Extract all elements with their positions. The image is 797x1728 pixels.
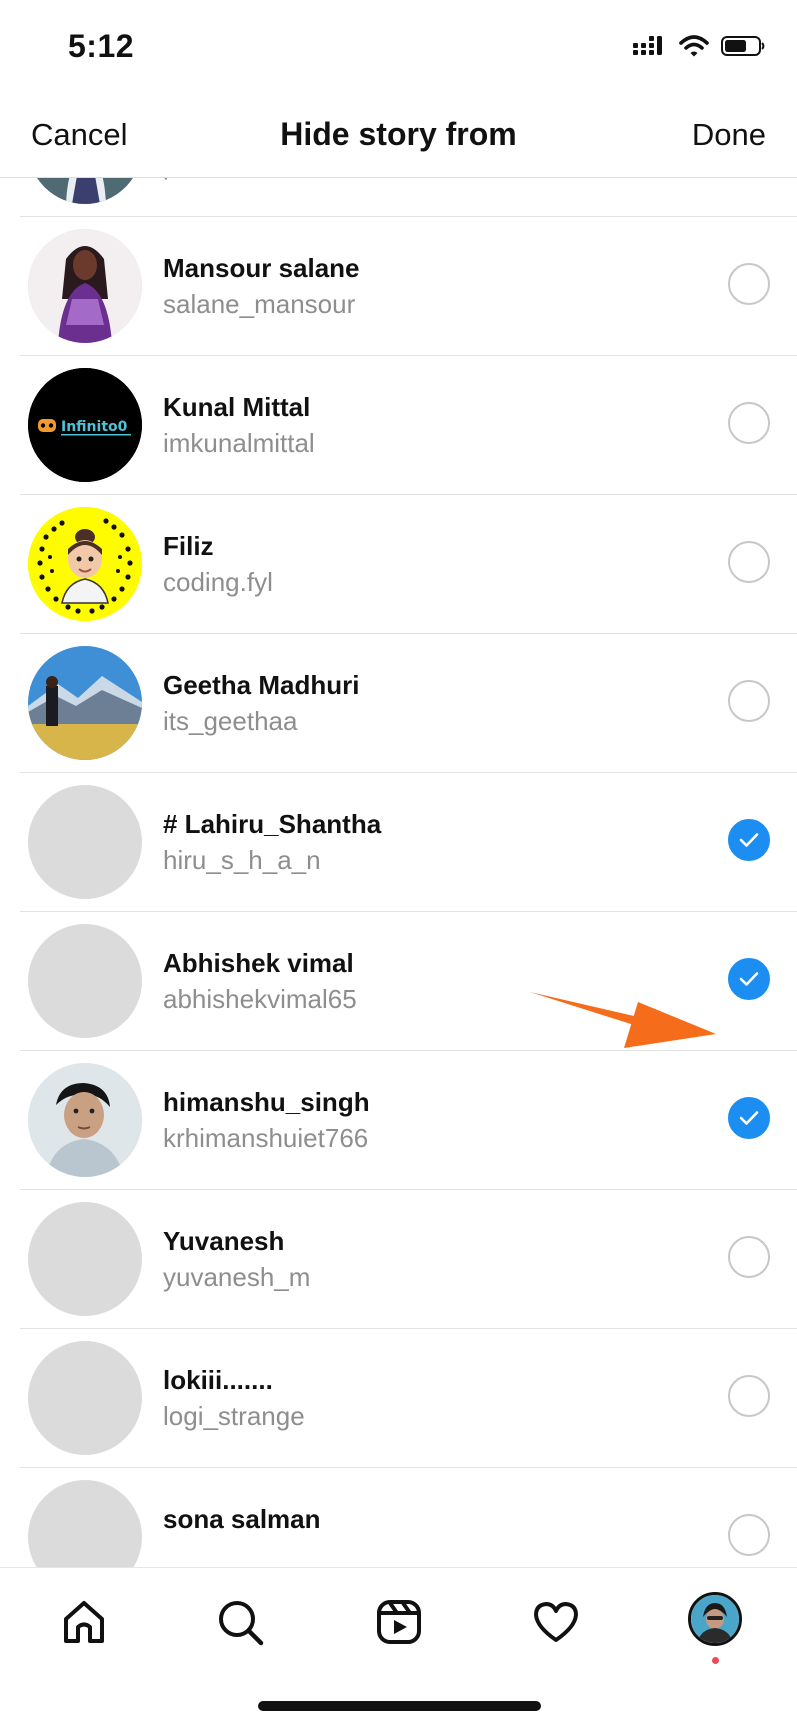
avatar xyxy=(28,229,142,343)
user-handle: yuvanesh_m xyxy=(163,1262,311,1292)
user-handle: salane_mansour xyxy=(163,289,356,319)
nav-bar: Cancel Hide story from Done xyxy=(0,95,797,178)
done-button[interactable]: Done xyxy=(692,117,766,153)
avatar xyxy=(28,1202,142,1316)
list-item[interactable]: # Lahiru_Shantha hiru_s_h_a_n xyxy=(0,773,797,912)
list-item[interactable]: himanshu_singh krhimanshuiet766 xyxy=(0,1051,797,1190)
reels-icon xyxy=(377,1600,421,1644)
signal-icon xyxy=(633,34,667,63)
notification-dot xyxy=(712,1657,719,1664)
avatar xyxy=(28,177,142,204)
user-display-name: lokiii....... xyxy=(163,1365,273,1395)
list-item[interactable]: lokiii....... logi_strange xyxy=(0,1329,797,1468)
reels-tab[interactable] xyxy=(369,1592,429,1652)
user-handle: its_geethaa xyxy=(163,706,298,736)
user-handle: abhishekvimal65 xyxy=(163,984,357,1014)
user-display-name: sona salman xyxy=(163,1504,321,1534)
list-item[interactable]: sona salman xyxy=(0,1468,797,1567)
activity-tab[interactable] xyxy=(526,1592,586,1652)
list-item[interactable]: Filiz coding.fyl xyxy=(0,495,797,634)
select-circle[interactable] xyxy=(728,1514,770,1556)
user-display-name: # Lahiru_Shantha xyxy=(163,809,382,839)
user-display-name: Filiz xyxy=(163,531,214,561)
status-icons xyxy=(633,34,767,63)
search-icon xyxy=(219,1601,264,1646)
checkmark-icon xyxy=(739,972,759,986)
user-display-name: Kunal Mittal xyxy=(163,392,311,422)
select-circle[interactable] xyxy=(728,402,770,444)
profile-avatar[interactable] xyxy=(688,1592,742,1646)
status-bar: 5:12 xyxy=(0,0,797,95)
home-icon xyxy=(64,1601,104,1643)
home-indicator xyxy=(258,1701,541,1711)
avatar xyxy=(28,1063,142,1177)
page-title: Hide story from xyxy=(280,116,517,152)
avatar xyxy=(28,1341,142,1455)
user-display-name: Yuvanesh xyxy=(163,1226,285,1256)
wifi-icon xyxy=(679,34,709,63)
select-circle[interactable] xyxy=(728,1375,770,1417)
checkmark-icon xyxy=(739,1111,759,1125)
user-handle: coding.fyl xyxy=(163,567,273,597)
select-circle-checked[interactable] xyxy=(728,819,770,861)
select-circle[interactable] xyxy=(728,541,770,583)
list-item[interactable]: Yuvanesh yuvanesh_m xyxy=(0,1190,797,1329)
select-circle[interactable] xyxy=(728,1236,770,1278)
battery-icon xyxy=(721,34,767,63)
avatar: Infinito0 xyxy=(28,368,142,482)
heart-icon xyxy=(534,1602,578,1642)
status-time: 5:12 xyxy=(68,28,135,64)
follower-list[interactable]: peteti3690 Mansour salane salane_mansour… xyxy=(0,177,797,1567)
user-display-name: himanshu_singh xyxy=(163,1087,370,1117)
user-handle: hiru_s_h_a_n xyxy=(163,845,321,875)
avatar xyxy=(28,1480,142,1567)
user-display-name: Mansour salane xyxy=(163,253,360,283)
select-circle-checked[interactable] xyxy=(728,1097,770,1139)
avatar xyxy=(28,507,142,621)
search-tab[interactable] xyxy=(210,1592,270,1652)
avatar xyxy=(28,785,142,899)
select-circle[interactable] xyxy=(728,263,770,305)
list-item[interactable]: peteti3690 xyxy=(0,177,797,217)
list-item[interactable]: Mansour salane salane_mansour xyxy=(0,217,797,356)
select-circle-checked[interactable] xyxy=(728,958,770,1000)
user-handle: krhimanshuiet766 xyxy=(163,1123,369,1153)
select-circle[interactable] xyxy=(728,680,770,722)
user-handle: imkunalmittal xyxy=(163,428,315,458)
user-display-name: Geetha Madhuri xyxy=(163,670,360,700)
annotation-arrow xyxy=(520,982,720,1057)
avatar xyxy=(28,924,142,1038)
list-item[interactable]: Geetha Madhuri its_geethaa xyxy=(0,634,797,773)
list-item[interactable]: Infinito0 Kunal Mittal imkunalmittal xyxy=(0,356,797,495)
user-handle: logi_strange xyxy=(163,1401,305,1431)
user-display-name: Abhishek vimal xyxy=(163,948,354,978)
avatar xyxy=(28,646,142,760)
checkmark-icon xyxy=(739,833,759,847)
svg-text:Infinito0: Infinito0 xyxy=(61,419,128,435)
home-tab[interactable] xyxy=(54,1592,114,1652)
